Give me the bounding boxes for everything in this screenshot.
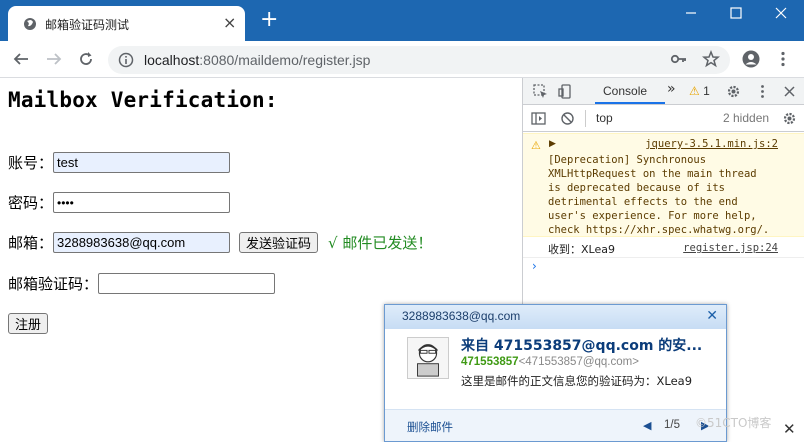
email-label: 邮箱： bbox=[8, 234, 54, 252]
warning-counter[interactable]: ⚠ 1 bbox=[689, 84, 710, 98]
context-selector[interactable]: top bbox=[596, 111, 613, 125]
warning-source-link[interactable]: jquery-3.5.1.min.js:2 bbox=[645, 138, 778, 150]
log-source-link[interactable]: register.jsp:24 bbox=[683, 242, 778, 254]
key-icon[interactable] bbox=[670, 50, 688, 68]
notification-footer: 删除邮件 ◀ 1/5 ▶ bbox=[385, 409, 726, 441]
register-button[interactable]: 注册 bbox=[8, 313, 49, 334]
globe-icon bbox=[24, 18, 36, 30]
notification-page-indicator: 1/5 bbox=[664, 419, 680, 431]
log-text: 收到：XLea9 bbox=[548, 243, 615, 256]
warning-text: [Deprecation] Synchronous XMLHttpRequest… bbox=[548, 154, 770, 236]
email-row: 邮箱： 3288983638@qq.com 发送验证码 √ 邮件已发送！ bbox=[8, 232, 432, 253]
register-row: 注册 bbox=[8, 313, 49, 334]
minimize-icon[interactable] bbox=[680, 4, 702, 22]
browser-titlebar: 邮箱验证码测试 × + bbox=[0, 0, 804, 41]
account-row: 账号： test bbox=[8, 152, 231, 173]
device-toolbar-icon[interactable] bbox=[558, 84, 573, 99]
browser-toolbar: localhost:8080/maildemo/register.jsp bbox=[0, 41, 804, 78]
tab-console[interactable]: Console bbox=[603, 84, 647, 98]
sent-status: √ 邮件已发送！ bbox=[328, 234, 433, 252]
code-label: 邮箱验证码： bbox=[8, 275, 99, 293]
mail-notification-popup: 3288983638@qq.com ✕ 来自 471553857@qq.com … bbox=[384, 304, 727, 442]
new-tab-button[interactable]: + bbox=[260, 9, 278, 31]
password-row: 密码： •••• bbox=[8, 192, 231, 213]
tab-close-icon[interactable]: × bbox=[223, 15, 236, 31]
password-input[interactable]: •••• bbox=[53, 192, 231, 213]
password-label: 密码： bbox=[8, 194, 54, 212]
console-warning-message: ⚠ ▶ jquery-3.5.1.min.js:2 [Deprecation] … bbox=[523, 133, 804, 237]
menu-kebab-icon[interactable] bbox=[774, 50, 792, 68]
notification-subject[interactable]: 来自 471553857@qq.com 的安... bbox=[461, 335, 702, 355]
forward-arrow-icon[interactable] bbox=[45, 50, 63, 68]
code-row: 邮箱验证码： bbox=[8, 273, 276, 294]
page-title: Mailbox Verification: bbox=[8, 88, 278, 112]
notification-close-icon[interactable]: ✕ bbox=[706, 308, 718, 324]
star-icon[interactable] bbox=[702, 50, 720, 68]
send-code-button[interactable]: 发送验证码 bbox=[239, 232, 319, 253]
tab-title: 邮箱验证码测试 bbox=[45, 18, 130, 32]
toolbar-divider bbox=[585, 110, 586, 127]
settings-gear-icon[interactable] bbox=[726, 84, 741, 99]
expand-arrow-icon[interactable]: ▶ bbox=[549, 139, 556, 149]
account-input[interactable]: test bbox=[53, 152, 231, 173]
notification-account: 3288983638@qq.com bbox=[402, 309, 521, 323]
notification-body: 这里是邮件的正文信息您的验证码为：XLea9 bbox=[461, 374, 693, 388]
notification-header: 3288983638@qq.com ✕ bbox=[385, 305, 726, 329]
profile-avatar-icon[interactable] bbox=[742, 50, 760, 68]
devtools-tabbar: Console » ⚠ 1 bbox=[523, 78, 804, 105]
console-tab-indicator bbox=[595, 102, 665, 104]
delete-mail-link[interactable]: 删除邮件 bbox=[407, 419, 453, 435]
inspect-element-icon[interactable] bbox=[533, 84, 548, 99]
clear-console-icon[interactable] bbox=[560, 111, 575, 126]
watermark: ©51CTO博客 bbox=[695, 416, 772, 430]
previous-arrow-icon[interactable]: ◀ bbox=[643, 419, 651, 432]
corner-close-icon[interactable]: ✕ bbox=[783, 420, 796, 438]
browser-tab[interactable]: 邮箱验证码测试 × bbox=[8, 6, 245, 41]
more-tabs-button[interactable]: » bbox=[667, 81, 676, 97]
hidden-messages-count[interactable]: 2 hidden bbox=[723, 111, 769, 125]
devtools-menu-icon[interactable] bbox=[755, 84, 770, 99]
console-toolbar: top 2 hidden bbox=[523, 106, 804, 132]
sidebar-toggle-icon[interactable] bbox=[531, 111, 546, 126]
back-arrow-icon[interactable] bbox=[12, 50, 30, 68]
warning-icon: ⚠ bbox=[531, 139, 541, 152]
devtools-close-icon[interactable] bbox=[782, 84, 797, 99]
console-settings-icon[interactable] bbox=[782, 111, 797, 126]
email-input[interactable]: 3288983638@qq.com bbox=[53, 232, 231, 253]
address-bar[interactable]: localhost:8080/maildemo/register.jsp bbox=[108, 46, 730, 74]
code-input[interactable] bbox=[98, 273, 276, 294]
url-text: localhost:8080/maildemo/register.jsp bbox=[144, 52, 371, 68]
maximize-icon[interactable] bbox=[725, 4, 747, 22]
sender-avatar bbox=[407, 337, 449, 379]
console-log-message: 收到：XLea9 register.jsp:24 bbox=[523, 238, 804, 258]
warning-triangle-icon: ⚠ bbox=[689, 84, 700, 98]
account-label: 账号： bbox=[8, 154, 54, 172]
reload-icon[interactable] bbox=[77, 50, 95, 68]
window-close-icon[interactable] bbox=[770, 4, 792, 22]
info-icon[interactable] bbox=[118, 52, 134, 68]
console-prompt[interactable]: › bbox=[532, 259, 537, 273]
notification-sender: 471553857<471553857@qq.com> bbox=[461, 356, 639, 368]
